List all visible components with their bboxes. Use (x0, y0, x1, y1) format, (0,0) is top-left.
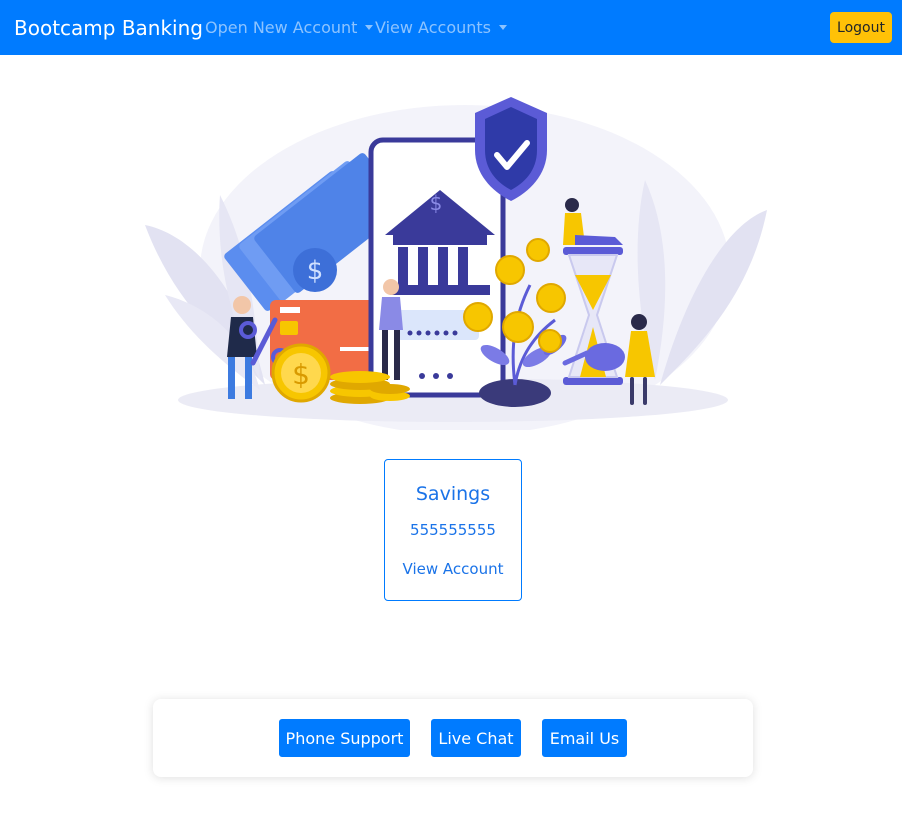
open-new-account-label: Open New Account (205, 18, 358, 37)
top-navbar: Bootcamp Banking Open New Account View A… (0, 0, 902, 55)
phone-support-button[interactable]: Phone Support (279, 719, 410, 757)
savings-account-card: Savings 555555555 View Account (384, 459, 522, 601)
svg-text:$: $ (430, 191, 443, 215)
chevron-down-icon (365, 25, 374, 30)
chevron-down-icon (499, 25, 507, 30)
live-chat-button[interactable]: Live Chat (431, 719, 521, 757)
account-type-title: Savings (415, 483, 491, 505)
account-number: 555555555 (410, 521, 496, 539)
phone-icon: $ (368, 137, 506, 398)
email-us-button[interactable]: Email Us (542, 719, 627, 757)
open-new-account-dropdown[interactable]: Open New Account (205, 18, 374, 38)
view-accounts-label: View Accounts (375, 18, 491, 37)
svg-text:$: $ (307, 256, 324, 286)
support-panel: Phone Support Live Chat Email Us (153, 699, 753, 777)
banking-illustration: $ $ $ (145, 97, 767, 430)
view-accounts-dropdown[interactable]: View Accounts (375, 18, 507, 38)
logout-button[interactable]: Logout (830, 12, 892, 43)
svg-text:$: $ (292, 358, 310, 391)
brand-link[interactable]: Bootcamp Banking (14, 15, 203, 41)
view-account-link[interactable]: View Account (385, 559, 521, 579)
